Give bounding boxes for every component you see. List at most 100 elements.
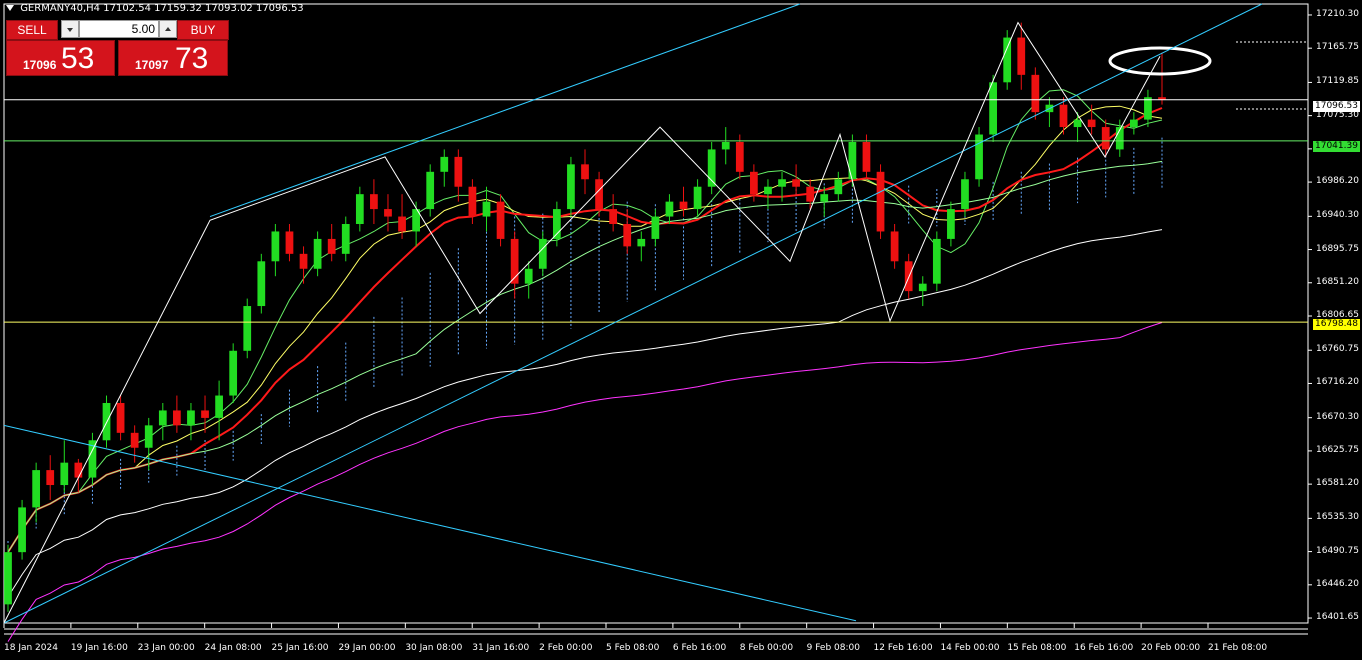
candle-body [299, 253, 308, 269]
x-tick-label: 12 Feb 16:00 [873, 643, 933, 653]
candle-body [1101, 127, 1110, 150]
x-tick-label: 29 Jan 00:00 [338, 643, 396, 653]
candle-body [524, 268, 533, 284]
candle-body [74, 462, 83, 478]
ma-green-slow-line [7, 160, 1163, 553]
candle-body [454, 156, 463, 187]
dropdown-triangle-icon [6, 5, 14, 11]
volume-decrease-button[interactable] [61, 20, 79, 38]
candle-body [609, 209, 618, 225]
x-tick-label: 30 Jan 08:00 [405, 643, 463, 653]
candle-body [4, 552, 12, 605]
bid-quote[interactable]: 17096 53 [6, 40, 115, 76]
price-chart[interactable] [0, 0, 1362, 660]
candle-body [130, 432, 139, 448]
candle-body [313, 238, 322, 269]
candle-body [116, 402, 125, 433]
candle-body [567, 164, 575, 210]
candle-body [834, 179, 843, 195]
candle-body [1073, 119, 1082, 128]
sell-button[interactable]: SELL [6, 20, 58, 40]
symbol-label: GERMANY40,H4 [20, 3, 101, 14]
ma-white-line [7, 229, 1163, 598]
candle-body [201, 410, 209, 418]
candle-body [665, 201, 674, 217]
candle-body [679, 201, 688, 210]
y-tick-label: 16625.75 [1316, 444, 1359, 455]
ask-quote[interactable]: 17097 73 [118, 40, 228, 76]
candle-body [398, 216, 406, 232]
channel-lower-line [3, 3, 1263, 624]
candle-body [60, 462, 69, 486]
candle-body [370, 194, 378, 210]
x-tick-label: 16 Feb 16:00 [1074, 643, 1134, 653]
candle-body [1003, 37, 1012, 83]
x-tick-label: 20 Feb 00:00 [1141, 643, 1201, 653]
volume-increase-button[interactable] [159, 20, 177, 38]
candle-body [285, 231, 294, 254]
candle-body [778, 179, 786, 187]
chart-header: GERMANY40,H4 17102.54 17159.32 17093.02 … [6, 3, 304, 14]
y-tick-label: 16670.30 [1316, 411, 1359, 422]
annotations [3, 3, 1308, 624]
candle-body [384, 209, 392, 217]
candle-body [144, 425, 153, 448]
candle-body [538, 238, 547, 269]
candle-body [637, 238, 646, 247]
y-tick-label: 16716.20 [1316, 377, 1359, 388]
x-tick-label: 14 Feb 00:00 [940, 643, 1000, 653]
x-tick-label: 25 Jan 16:00 [271, 643, 329, 653]
candle-body [229, 350, 238, 396]
x-tick-label: 18 Jan 2024 [4, 643, 58, 653]
x-tick-label: 24 Jan 08:00 [204, 643, 262, 653]
y-tick-label: 16940.30 [1316, 210, 1359, 221]
y-tick-label: 17165.75 [1316, 42, 1359, 53]
y-tick-label: 16490.75 [1316, 545, 1359, 556]
candle-body [426, 171, 435, 210]
candle-body [750, 171, 758, 195]
candle-body [1087, 119, 1096, 128]
zigzag-line [3, 21, 1161, 624]
candle-body [848, 141, 857, 180]
candle-body [482, 201, 491, 217]
yellow-level-label: 16798.48 [1313, 319, 1360, 330]
candle-body [721, 141, 730, 150]
high-value: 17159.32 [154, 3, 202, 14]
candle-body [440, 156, 449, 172]
candle-body [735, 141, 744, 172]
x-tick-label: 8 Feb 00:00 [739, 643, 794, 653]
x-tick-label: 19 Jan 16:00 [70, 643, 128, 653]
candle-body [581, 164, 589, 180]
plot-border [3, 3, 1309, 624]
candle-body [961, 179, 969, 210]
candle-body [989, 82, 997, 135]
current-price-label: 17096.53 [1313, 101, 1360, 112]
candle-body [862, 141, 871, 172]
x-tick-label: 6 Feb 16:00 [672, 643, 727, 653]
candle-body [355, 194, 364, 225]
falling-trend-line [3, 424, 857, 622]
open-value: 17102.54 [103, 3, 151, 14]
close-value: 17096.53 [255, 3, 304, 14]
highlight-ellipse [1108, 46, 1212, 76]
candles [4, 22, 1166, 612]
y-tick-label: 16401.65 [1316, 612, 1359, 623]
candle-body [792, 179, 800, 187]
ma-magenta-line [7, 322, 1163, 642]
y-tick-label: 17119.85 [1316, 76, 1359, 87]
candle-body [820, 194, 829, 202]
candle-body [1059, 104, 1068, 128]
candle-body [271, 231, 280, 262]
y-tick-label: 16581.20 [1316, 478, 1359, 489]
candle-body [1017, 37, 1026, 75]
candle-body [1144, 97, 1152, 120]
ask-big: 73 [175, 42, 209, 75]
candle-body [158, 410, 167, 426]
buy-button[interactable]: BUY [177, 20, 229, 40]
green-level-label: 17041.39 [1313, 141, 1360, 152]
candle-body [595, 179, 603, 210]
y-tick-label: 16535.30 [1316, 512, 1359, 523]
candle-body [18, 507, 26, 553]
candle-body [651, 216, 660, 239]
volume-input[interactable]: 5.00 [79, 20, 159, 38]
